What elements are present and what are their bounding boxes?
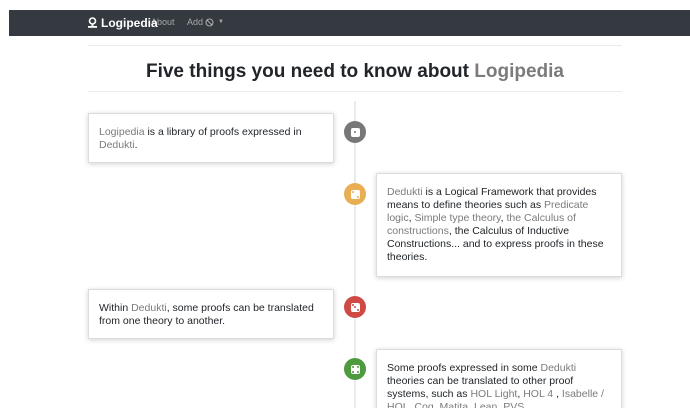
dice-three-icon: [350, 302, 360, 312]
timeline-card: Some proofs expressed in some Dedukti th…: [376, 349, 622, 408]
card-link[interactable]: Logipedia: [99, 126, 145, 138]
nav-add-dropdown[interactable]: Add ▼: [187, 17, 224, 27]
card-text: Some proofs expressed in some: [387, 362, 541, 374]
timeline-card: Dedukti is a Logical Framework that prov…: [376, 173, 622, 277]
card-link[interactable]: Lean: [474, 401, 497, 408]
dice-two-icon: [350, 189, 360, 199]
timeline-badge: [344, 183, 366, 205]
brand-link[interactable]: Logipedia: [87, 15, 158, 31]
timeline-badge: [344, 121, 366, 143]
timeline-card: Logipedia is a library of proofs express…: [88, 113, 334, 163]
nav-about-link[interactable]: About: [151, 17, 175, 27]
card-link[interactable]: Coq: [414, 401, 433, 408]
logo-icon: [88, 17, 97, 28]
page-title: Five things you need to know about Logip…: [88, 61, 622, 83]
card-link[interactable]: HOL Light: [470, 388, 517, 400]
dice-one-icon: [350, 127, 360, 137]
brand-label: Logipedia: [101, 16, 158, 30]
card-text: .: [134, 139, 138, 151]
card-link[interactable]: PVS: [503, 401, 524, 408]
divider-top: [88, 45, 622, 46]
divider-bottom: [88, 91, 622, 92]
nav-add-label: Add: [187, 17, 204, 27]
timeline-badge: [344, 358, 366, 380]
card-link[interactable]: Dedukti: [387, 186, 423, 198]
page-title-prefix: Five things you need to know about: [145, 61, 475, 82]
card-text: is a library of proofs expressed in: [144, 126, 302, 138]
card-text: Within: [99, 302, 132, 314]
card-link[interactable]: Dedukti: [541, 362, 577, 374]
timeline-badge: [344, 296, 366, 318]
card-text: ...: [524, 401, 533, 408]
card-text: ,: [553, 388, 562, 400]
card-link[interactable]: Matita: [440, 401, 469, 408]
dice-four-icon: [350, 364, 360, 374]
card-link[interactable]: Dedukti: [99, 139, 135, 151]
card-link[interactable]: Dedukti: [131, 302, 167, 314]
chevron-down-icon: ▼: [218, 19, 224, 25]
page-title-accent: Logipedia: [474, 61, 565, 82]
timeline-card: Within Dedukti, some proofs can be trans…: [88, 289, 334, 339]
ban-icon: [205, 17, 214, 27]
navbar: Logipedia About Add ▼: [9, 10, 690, 36]
card-link[interactable]: HOL 4: [523, 388, 553, 400]
card-link[interactable]: Simple type theory: [414, 212, 500, 224]
